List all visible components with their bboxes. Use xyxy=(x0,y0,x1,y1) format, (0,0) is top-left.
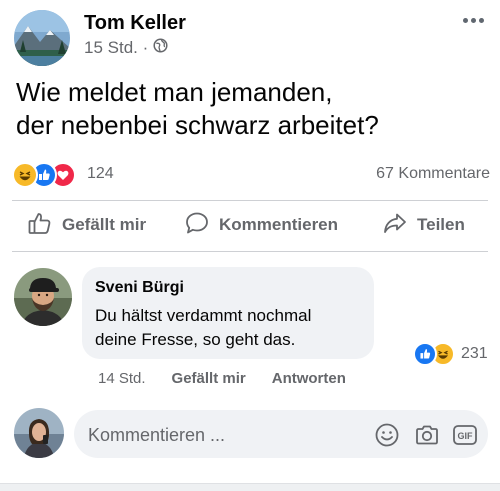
comment-button-label: Kommentieren xyxy=(219,215,339,234)
divider xyxy=(12,200,488,201)
gif-icon[interactable]: GIF xyxy=(452,422,478,453)
reaction-icons[interactable] xyxy=(12,162,76,188)
reactions-summary: 124 67 Kommentare xyxy=(12,162,490,188)
comment-bubble: Sveni Bürgi Du hältst verdammt nochmal d… xyxy=(82,267,374,359)
comment-button[interactable]: Kommentieren xyxy=(184,210,338,240)
comment-text: Du hältst verdammt nochmal deine Fresse,… xyxy=(95,304,370,352)
commenter-avatar[interactable] xyxy=(14,268,72,326)
comment-count[interactable]: 67 Kommentare xyxy=(376,165,490,183)
comment-text-line: Du hältst verdammt nochmal xyxy=(95,306,312,325)
post-text-line: der nebenbei schwarz arbeitet? xyxy=(16,110,379,140)
comment-reactions[interactable]: 231 xyxy=(413,342,488,366)
post-text-line: Wie meldet man jemanden, xyxy=(16,77,333,107)
share-arrow-icon xyxy=(382,210,408,241)
reaction-count[interactable]: 124 xyxy=(87,165,114,183)
comment-like-button[interactable]: Gefällt mir xyxy=(172,370,246,387)
author-avatar[interactable] xyxy=(14,10,70,66)
globe-icon xyxy=(153,38,168,58)
post-card: Tom Keller 15 Std. · Wie meldet man jema… xyxy=(0,0,500,484)
comment-composer: GIF xyxy=(74,410,488,460)
comment-reaction-count: 231 xyxy=(461,345,488,362)
current-user-avatar[interactable] xyxy=(14,408,64,458)
svg-text:GIF: GIF xyxy=(458,431,474,441)
post-author-name[interactable]: Tom Keller xyxy=(84,12,186,35)
emoji-icon[interactable] xyxy=(374,422,400,453)
like-icon xyxy=(413,342,437,366)
more-options-icon[interactable] xyxy=(460,14,486,26)
share-button-label: Teilen xyxy=(417,215,465,234)
like-button[interactable]: Gefällt mir xyxy=(27,210,146,240)
comment-reply-button[interactable]: Antworten xyxy=(272,370,346,387)
comment-text-line: deine Fresse, so geht das. xyxy=(95,330,296,349)
share-button[interactable]: Teilen xyxy=(382,210,465,240)
divider xyxy=(12,251,488,252)
post-time[interactable]: 15 Std. · xyxy=(84,38,148,58)
camera-icon[interactable] xyxy=(414,422,440,453)
like-button-label: Gefällt mir xyxy=(62,215,147,234)
comment-time[interactable]: 14 Std. xyxy=(98,370,146,387)
comment-actions: 14 Std. Gefällt mir Antworten xyxy=(98,370,346,387)
post-meta: 15 Std. · xyxy=(84,38,168,58)
speech-bubble-icon xyxy=(184,210,210,241)
commenter-name[interactable]: Sveni Bürgi xyxy=(95,279,184,297)
comment-input[interactable] xyxy=(86,410,360,460)
post-text: Wie meldet man jemanden, der nebenbei sc… xyxy=(16,76,486,142)
haha-icon xyxy=(12,162,38,188)
thumbs-up-icon xyxy=(27,210,53,241)
